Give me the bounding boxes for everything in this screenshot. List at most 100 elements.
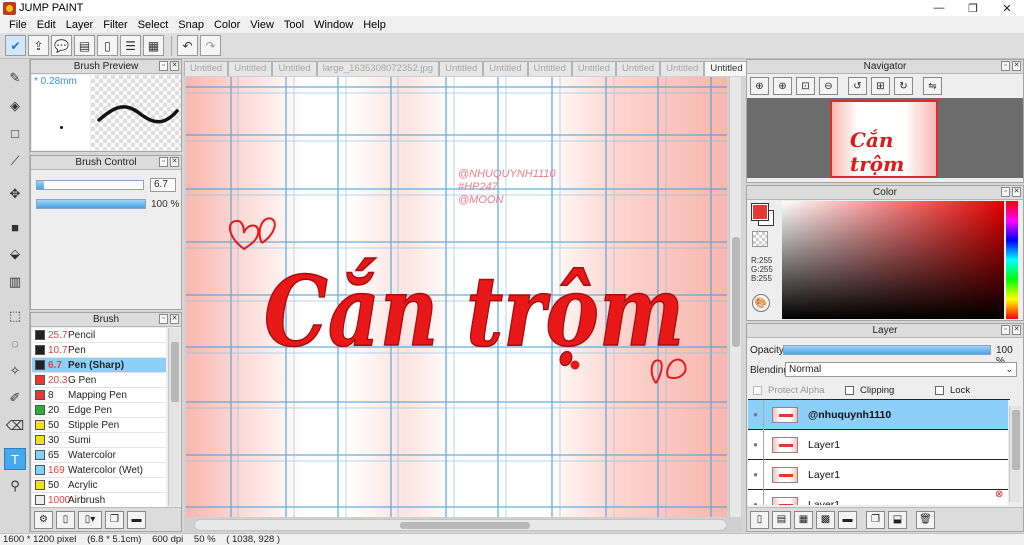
magic-wand-icon[interactable]: ✧ [4,360,26,382]
document-tab[interactable]: Untitled [527,61,572,76]
visibility-eye-icon[interactable]: ● [748,429,764,460]
menu-edit[interactable]: Edit [32,19,61,31]
layer-row[interactable]: ● Layer1 [748,429,1008,460]
protect-alpha-toggle[interactable]: Protect Alpha [753,385,825,396]
clipping-toggle[interactable]: Clipping [845,385,894,396]
transparent-color-swatch[interactable] [752,231,768,247]
float-panel-icon[interactable]: ▫ [159,61,168,71]
dialog-icon[interactable]: ▤ [74,35,95,56]
canvas-vertical-scrollbar[interactable] [729,77,741,517]
blending-select[interactable]: Normal ⌄ [785,362,1017,377]
menu-select[interactable]: Select [133,19,174,31]
brush-item[interactable]: 10.7 Pen [32,343,166,358]
close-panel-icon[interactable]: ✕ [1012,187,1021,197]
layer-opacity-slider[interactable] [783,345,991,355]
reset-view-icon[interactable]: ⊞ [871,77,890,95]
float-panel-icon[interactable]: ▫ [1001,187,1010,197]
layer-folder-icon[interactable]: ▬ [838,510,857,529]
scrollbar-thumb[interactable] [400,522,530,529]
menu-window[interactable]: Window [309,19,358,31]
menu-tool[interactable]: Tool [279,19,309,31]
rotate-right-icon[interactable]: ↻ [894,77,913,95]
menu-color[interactable]: Color [209,19,245,31]
rotate-left-icon[interactable]: ↺ [848,77,867,95]
delete-layer-icon[interactable]: 🗑 [916,510,935,529]
scrollbar-thumb[interactable] [1012,410,1020,470]
zoom-plus-icon[interactable]: ⊕ [773,77,792,95]
float-panel-icon[interactable]: ▫ [159,314,168,324]
scrollbar-thumb[interactable] [171,342,179,402]
speech-bubble-icon[interactable]: 💬 [51,35,72,56]
fill-rect-icon[interactable]: ■ [4,216,26,238]
select-rect-icon[interactable]: ⬚ [4,305,26,327]
visibility-eye-icon[interactable]: ● [748,489,764,505]
menu-view[interactable]: View [245,19,279,31]
brush-item[interactable]: 25.7 Pencil [32,328,166,343]
undo-button[interactable]: ↶ [177,35,198,56]
eyedropper-icon[interactable]: ⚲ [4,475,26,497]
redo-button[interactable]: ↷ [200,35,221,56]
new-halftone-layer-icon[interactable]: ▩ [816,510,835,529]
brush-copy-icon[interactable]: ❐ [105,510,124,529]
brush-folder-icon[interactable]: ▬ [127,510,146,529]
brush-item[interactable]: 169 Watercolor (Wet) [32,463,166,478]
zoom-out-icon[interactable]: ⊖ [819,77,838,95]
fit-screen-icon[interactable]: ⊡ [796,77,815,95]
brush-item[interactable]: 50 Stipple Pen [32,418,166,433]
palette-icon[interactable]: 🎨 [752,294,770,312]
merge-layer-icon[interactable]: ⬓ [888,510,907,529]
float-panel-icon[interactable]: ▫ [1001,325,1010,335]
bucket-icon[interactable]: ⬙ [4,243,26,265]
brush-item[interactable]: 1000 Airbrush [32,493,166,508]
document-tab[interactable]: Untitled [571,61,616,76]
edit-list-icon[interactable]: ▦ [143,35,164,56]
close-panel-icon[interactable]: ✕ [170,157,179,167]
float-panel-icon[interactable]: ▫ [159,157,168,167]
close-button[interactable]: ✕ [990,0,1024,16]
saturation-value-picker[interactable] [782,201,1004,319]
rectangle-icon[interactable]: □ [4,122,26,144]
maximize-button[interactable]: ❐ [956,0,990,16]
visibility-eye-icon[interactable]: ● [748,459,764,490]
layer-list-scrollbar[interactable] [1009,406,1021,502]
document-tab[interactable]: Untitled [704,61,749,76]
page-icon[interactable]: ▯ [97,35,118,56]
checkbox[interactable] [845,385,854,395]
new-brush-icon[interactable]: ▯ [56,510,75,529]
menu-filter[interactable]: Filter [98,19,132,31]
brush-item[interactable]: 6.7 Pen (Sharp) [32,358,166,373]
export-icon[interactable]: ⇪ [28,35,49,56]
close-panel-icon[interactable]: ✕ [1012,61,1021,71]
brush-item[interactable]: 65 Watercolor [32,448,166,463]
new-layer-icon[interactable]: ▯ [750,510,769,529]
menu-layer[interactable]: Layer [61,19,99,31]
new-layer-page-icon[interactable]: ▤ [772,510,791,529]
minimize-button[interactable]: — [922,0,956,16]
brush-item[interactable]: 20 Edge Pen [32,403,166,418]
float-panel-icon[interactable]: ▫ [1001,61,1010,71]
document-tab[interactable]: Untitled [439,61,484,76]
document-tab[interactable]: large_1635308072352.jpg [316,61,440,76]
layer-row[interactable]: ● @nhuquynh1110 [748,400,1008,430]
document-tab[interactable]: Untitled [660,61,705,76]
move-icon[interactable]: ✥ [4,183,26,205]
checkbox[interactable] [753,385,762,395]
lock-toggle[interactable]: Lock [935,385,970,396]
hue-slider[interactable] [1006,201,1018,319]
document-tab[interactable]: Untitled [184,61,229,76]
close-panel-icon[interactable]: ✕ [1012,325,1021,335]
document-tab[interactable]: Untitled [228,61,273,76]
close-panel-icon[interactable]: ✕ [170,314,179,324]
brush-opacity-slider[interactable] [36,199,146,209]
layer-row[interactable]: ● Layer1 [748,459,1008,490]
document-tab[interactable]: Untitled [272,61,317,76]
canvas-horizontal-scrollbar[interactable] [194,519,727,531]
select-eraser-icon[interactable]: ⌫ [4,415,26,437]
pen-icon[interactable]: ✎ [4,67,26,89]
gradient-icon[interactable]: ▥ [4,271,26,293]
brush-size-input[interactable]: 6.7 [150,178,176,192]
close-panel-icon[interactable]: ✕ [170,61,179,71]
navigator-view[interactable]: Cắn trộm [747,98,1023,178]
brush-settings-icon[interactable]: ⚙ [34,510,53,529]
document-tab[interactable]: Untitled [483,61,528,76]
